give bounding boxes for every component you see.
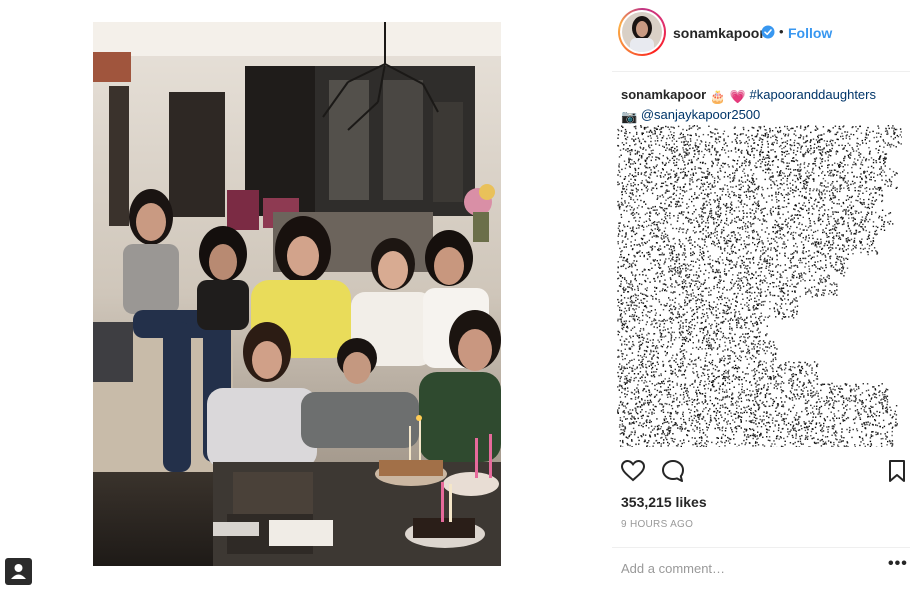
more-options-button[interactable]: ••• [888,555,908,573]
verified-badge-icon [761,25,775,39]
comment-button[interactable] [660,458,686,484]
post-caption: sonamkapoor 🎂 💗 #kapooranddaughters 📷 @s… [621,86,906,126]
post-header: sonamkapoor • Follow [612,8,910,58]
post-photo[interactable] [93,22,501,566]
caption-username[interactable]: sonamkapoor [621,87,706,102]
post-actions [620,458,910,484]
username-link[interactable]: sonamkapoor [673,25,765,41]
heart-emoji: 💗 [729,89,746,104]
post-sidebar: sonamkapoor • Follow sonamkapoor 🎂 💗 #ka… [612,0,910,589]
save-button[interactable] [884,458,910,484]
heart-icon [620,459,646,482]
mention-link[interactable]: @sanjaykapoor2500 [641,107,760,122]
follow-button[interactable]: Follow [788,25,832,41]
comment-icon [662,460,684,482]
user-tag-badge[interactable] [5,558,32,585]
comment-divider [612,547,910,548]
avatar[interactable] [618,8,666,56]
likes-count[interactable]: 353,215 likes [621,494,707,510]
post-timestamp[interactable]: 9 HOURS AGO [621,519,693,530]
cake-emoji: 🎂 [709,89,727,104]
hashtag-link[interactable]: #kapooranddaughters [750,87,877,102]
post-photo-image [93,22,501,566]
like-button[interactable] [620,458,646,484]
camera-emoji: 📷 [621,109,638,124]
header-divider [612,71,910,72]
bookmark-icon [889,460,905,482]
redacted-comments-area [617,125,902,447]
comment-input[interactable] [621,558,876,578]
avatar-image [622,12,662,52]
user-tag-icon [11,564,26,579]
separator-dot: • [779,24,784,39]
